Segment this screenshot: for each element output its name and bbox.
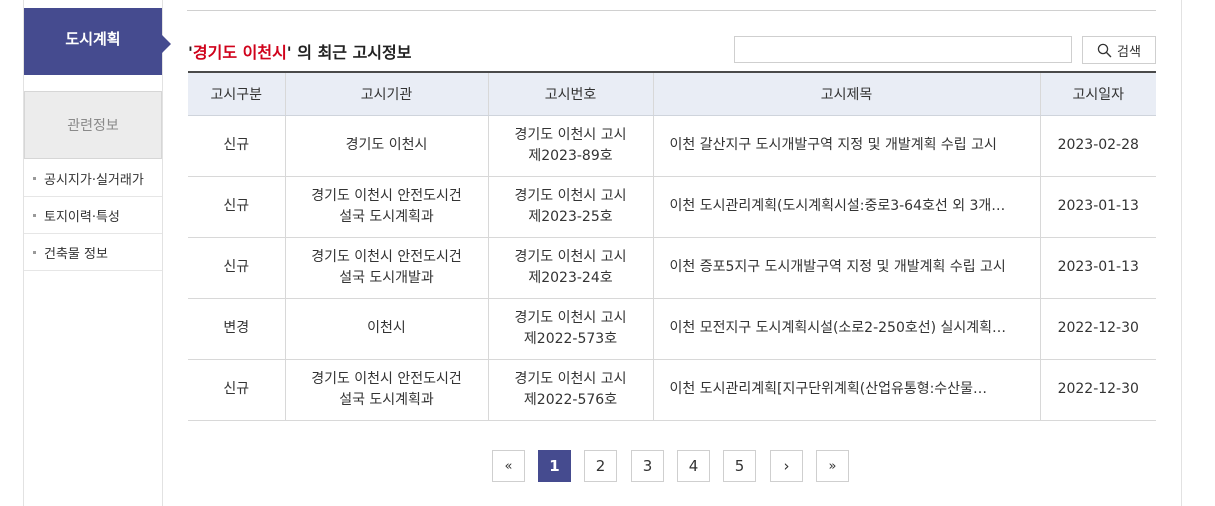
number-line1: 경기도 이천시 고시	[514, 127, 627, 144]
cell-type: 신규	[188, 115, 285, 177]
column-header-subject: 고시제목	[652, 71, 1040, 116]
cell-subject-link[interactable]: 이천 증포5지구 도시개발구역 지정 및 개발계획 수립 고시	[652, 237, 1040, 299]
title-region: 경기도 이천시	[192, 43, 287, 62]
sidebar: 도시계획 관련정보 공시지가·실거래가 토지이력·특성 건축물 정보	[24, 0, 171, 506]
sidebar-item-label: 공시지가·실거래가	[44, 172, 144, 188]
cell-type: 신규	[188, 359, 285, 421]
cell-number: 경기도 이천시 고시제2022-576호	[487, 359, 653, 421]
notice-table: 고시구분 고시기관 고시번호 고시제목 고시일자 신규 경기도 이천시 경기도 …	[188, 71, 1156, 421]
page-button-5[interactable]: 5	[723, 450, 756, 482]
number-line1: 경기도 이천시 고시	[514, 249, 627, 266]
cell-subject-link[interactable]: 이천 모전지구 도시계획시설(소로2-250호선) 실시계획…	[652, 298, 1040, 360]
page-button-1[interactable]: 1	[538, 450, 571, 482]
first-page-button[interactable]: «	[492, 450, 525, 482]
cell-number: 경기도 이천시 고시제2023-25호	[487, 176, 653, 238]
cell-number: 경기도 이천시 고시제2023-89호	[487, 115, 653, 177]
search-button-label: 검색	[1117, 43, 1141, 59]
double-chevron-left-icon: «	[504, 458, 513, 474]
cell-type: 변경	[188, 298, 285, 360]
column-header-agency: 고시기관	[284, 71, 488, 116]
search-input[interactable]	[734, 36, 1072, 63]
number-line2: 제2022-573호	[523, 330, 618, 347]
cell-number: 경기도 이천시 고시제2023-24호	[487, 237, 653, 299]
cell-agency: 경기도 이천시	[284, 115, 488, 177]
magnifier-icon	[1097, 43, 1112, 57]
page-button-2[interactable]: 2	[584, 450, 617, 482]
cell-agency: 경기도 이천시 안전도시건설국 도시계획과	[284, 176, 488, 238]
column-header-type: 고시구분	[188, 71, 285, 116]
column-header-number: 고시번호	[487, 71, 653, 116]
bullet-icon	[33, 213, 36, 217]
sidebar-item-urban-planning[interactable]: 도시계획	[24, 8, 171, 75]
table-row[interactable]: 신규 경기도 이천시 안전도시건설국 도시개발과 경기도 이천시 고시제2023…	[188, 237, 1156, 299]
table-row[interactable]: 신규 경기도 이천시 안전도시건설국 도시계획과 경기도 이천시 고시제2023…	[188, 176, 1156, 238]
cell-type: 신규	[188, 176, 285, 238]
sidebar-item-land-history[interactable]: 토지이력·특성	[24, 197, 162, 234]
cell-subject-link[interactable]: 이천 갈산지구 도시개발구역 지정 및 개발계획 수립 고시	[652, 115, 1040, 177]
number-line2: 제2023-25호	[528, 208, 613, 225]
cell-agency: 이천시	[284, 298, 488, 360]
related-info-label: 관련정보	[67, 118, 119, 134]
cell-agency: 경기도 이천시 안전도시건설국 도시개발과	[284, 237, 488, 299]
number-line2: 제2023-24호	[528, 269, 613, 286]
table-row[interactable]: 신규 경기도 이천시 안전도시건설국 도시계획과 경기도 이천시 고시제2022…	[188, 359, 1156, 421]
cell-date: 2023-01-13	[1039, 237, 1156, 299]
number-line1: 경기도 이천시 고시	[514, 188, 627, 205]
table-row[interactable]: 신규 경기도 이천시 경기도 이천시 고시제2023-89호 이천 갈산지구 도…	[188, 115, 1156, 177]
cell-date: 2023-01-13	[1039, 176, 1156, 238]
double-chevron-right-icon: »	[828, 458, 837, 474]
cell-date: 2022-12-30	[1039, 298, 1156, 360]
cell-date: 2023-02-28	[1039, 115, 1156, 177]
sidebar-item-label: 건축물 정보	[44, 246, 108, 262]
cell-date: 2022-12-30	[1039, 359, 1156, 421]
cell-number: 경기도 이천시 고시제2022-573호	[487, 298, 653, 360]
cell-agency: 경기도 이천시 안전도시건설국 도시계획과	[284, 359, 488, 421]
table-header-row: 고시구분 고시기관 고시번호 고시제목 고시일자	[188, 71, 1156, 116]
search-button[interactable]: 검색	[1082, 36, 1156, 64]
related-info-list: 공시지가·실거래가 토지이력·특성 건축물 정보	[24, 160, 162, 271]
page-button-4[interactable]: 4	[677, 450, 710, 482]
page-title: '경기도 이천시' 의 최근 고시정보	[188, 39, 411, 63]
cell-type: 신규	[188, 237, 285, 299]
sidebar-item-label: 토지이력·특성	[44, 209, 120, 225]
page-button-3[interactable]: 3	[631, 450, 664, 482]
number-line1: 경기도 이천시 고시	[514, 371, 627, 388]
chevron-right-icon: ›	[783, 457, 790, 475]
title-suffix: 의 최근 고시정보	[291, 43, 412, 62]
next-page-button[interactable]: ›	[770, 450, 803, 482]
bullet-icon	[33, 176, 36, 180]
cell-subject-link[interactable]: 이천 도시관리계획(도시계획시설:중로3-64호선 외 3개…	[652, 176, 1040, 238]
last-page-button[interactable]: »	[816, 450, 849, 482]
related-info-header: 관련정보	[24, 91, 162, 159]
number-line2: 제2023-89호	[528, 147, 613, 164]
frame-border-right	[1181, 0, 1182, 506]
sidebar-item-label: 도시계획	[65, 30, 121, 48]
sidebar-item-building-info[interactable]: 건축물 정보	[24, 234, 162, 271]
table-row[interactable]: 변경 이천시 경기도 이천시 고시제2022-573호 이천 모전지구 도시계획…	[188, 298, 1156, 360]
cell-subject-link[interactable]: 이천 도시관리계획[지구단위계획(산업유통형:수산물…	[652, 359, 1040, 421]
column-header-date: 고시일자	[1039, 71, 1156, 116]
divider	[187, 10, 1156, 11]
sidebar-item-land-price[interactable]: 공시지가·실거래가	[24, 160, 162, 197]
number-line1: 경기도 이천시 고시	[514, 310, 627, 327]
bullet-icon	[33, 250, 36, 254]
number-line2: 제2022-576호	[523, 391, 618, 408]
